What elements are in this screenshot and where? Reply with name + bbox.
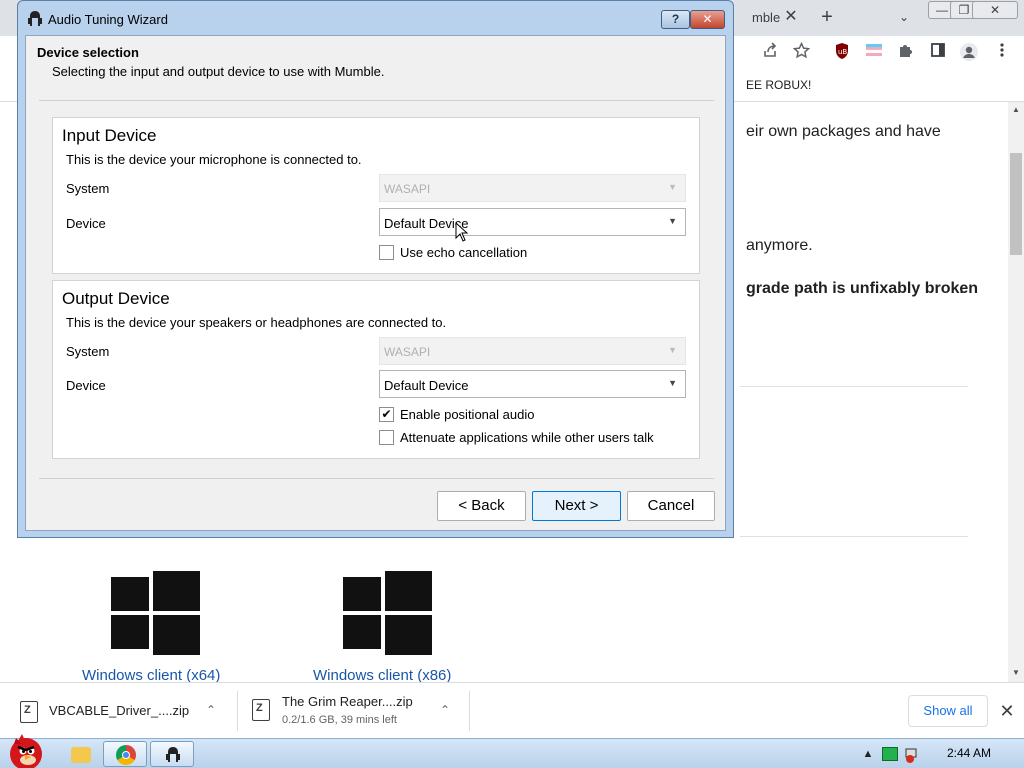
system-label: System: [66, 181, 110, 196]
taskbar-chrome[interactable]: [103, 741, 147, 767]
svg-text:uB: uB: [838, 48, 847, 56]
mumble-icon: [166, 747, 180, 762]
attenuate-checkbox[interactable]: [379, 430, 394, 445]
tray-expand-icon[interactable]: ▲: [860, 747, 876, 761]
share-icon[interactable]: [759, 42, 781, 64]
system-clock[interactable]: 2:44 AM: [936, 746, 1002, 760]
kebab-menu-icon[interactable]: [991, 42, 1013, 64]
attenuate-label[interactable]: Attenuate applications while other users…: [400, 430, 654, 445]
title-bar[interactable]: Audio Tuning Wizard ? ✕: [18, 1, 733, 35]
taskbar: ▲ 2:44 AM: [0, 738, 1024, 768]
new-tab-button[interactable]: +: [816, 5, 838, 29]
page-subtitle: Selecting the input and output device to…: [52, 64, 385, 79]
battery-icon[interactable]: [882, 747, 898, 761]
close-icon[interactable]: ✕: [996, 697, 1018, 725]
tab-search-icon[interactable]: ⌄: [893, 7, 915, 27]
show-all-button[interactable]: Show all: [908, 695, 988, 727]
start-button-angry-bird-icon[interactable]: [2, 730, 48, 768]
wizard-header: Device selection Selecting the input and…: [26, 36, 725, 100]
download-status: 0.2/1.6 GB, 39 mins left: [282, 714, 397, 726]
taskbar-explorer[interactable]: [58, 741, 102, 767]
input-system-select: WASAPI ▼: [379, 174, 686, 202]
system-label: System: [66, 344, 110, 359]
zip-file-icon: [252, 699, 270, 721]
chevron-down-icon[interactable]: ▼: [668, 378, 677, 388]
combo-value: WASAPI: [384, 182, 431, 196]
shelf-separator: [469, 691, 470, 731]
input-device-group: Input Device This is the device your mic…: [52, 117, 700, 274]
scroll-up-icon[interactable]: ▲: [1008, 103, 1024, 117]
combo-value: Default Device: [384, 378, 469, 393]
chevron-down-icon: ▼: [668, 345, 677, 355]
close-button[interactable]: ✕: [690, 10, 725, 29]
chevron-up-icon[interactable]: ⌃: [440, 703, 450, 717]
mute-badge-icon: [906, 755, 914, 763]
back-button[interactable]: < Back: [437, 491, 526, 521]
page-text-line: anymore.: [746, 237, 813, 254]
echo-cancellation-checkbox[interactable]: [379, 245, 394, 260]
group-title: Output Device: [62, 289, 170, 308]
output-system-select: WASAPI ▼: [379, 337, 686, 365]
zip-file-icon: [20, 701, 38, 723]
download-shelf: VBCABLE_Driver_....zip ⌃ The Grim Reaper…: [0, 682, 1024, 738]
page-text-bold: grade path is unfixably broken: [746, 280, 979, 297]
taskbar-mumble[interactable]: [150, 741, 194, 767]
download-name: VBCABLE_Driver_....zip: [49, 703, 190, 718]
output-device-group: Output Device This is the device your sp…: [52, 280, 700, 459]
windows-logo-icon[interactable]: [111, 569, 201, 657]
group-description: This is the device your microphone is co…: [66, 152, 362, 167]
browser-close-button[interactable]: ✕: [972, 1, 1018, 19]
ublock-icon[interactable]: uB: [831, 42, 853, 64]
page-text-line: eir own packages and have: [746, 123, 941, 140]
next-button[interactable]: Next >: [532, 491, 621, 521]
device-label: Device: [66, 378, 106, 393]
positional-audio-checkbox[interactable]: ✔: [379, 407, 394, 422]
device-label: Device: [66, 216, 106, 231]
chevron-down-icon[interactable]: ▼: [668, 216, 677, 226]
echo-cancellation-label[interactable]: Use echo cancellation: [400, 245, 527, 260]
mouse-cursor-icon: [455, 222, 469, 242]
group-description: This is the device your speakers or head…: [66, 315, 447, 330]
download-name: The Grim Reaper....zip: [282, 694, 413, 709]
input-device-select[interactable]: Default Device ▼: [379, 208, 686, 236]
profile-icon[interactable]: [958, 42, 980, 64]
chevron-up-icon[interactable]: ⌃: [206, 703, 216, 717]
side-panel-icon[interactable]: [927, 42, 949, 64]
window-title: Audio Tuning Wizard: [48, 12, 168, 27]
header-separator: [39, 100, 714, 101]
tab-close-icon[interactable]: ✕: [781, 6, 801, 28]
bookmark-item[interactable]: EE ROBUX!: [746, 78, 811, 92]
group-title: Input Device: [62, 126, 157, 145]
positional-audio-label[interactable]: Enable positional audio: [400, 407, 534, 422]
windows-logo-icon[interactable]: [343, 569, 433, 657]
wizard-page: Device selection Selecting the input and…: [25, 35, 726, 531]
flag-extension-icon[interactable]: [863, 42, 885, 64]
puzzle-icon[interactable]: [895, 42, 917, 64]
help-button[interactable]: ?: [661, 10, 690, 29]
folder-icon: [71, 747, 91, 763]
page-text-period: .: [959, 280, 964, 297]
download-item[interactable]: The Grim Reaper....zip 0.2/1.6 GB, 39 mi…: [238, 683, 468, 739]
page-title: Device selection: [37, 45, 139, 60]
page-divider: [740, 536, 968, 537]
scrollbar-thumb[interactable]: [1010, 153, 1022, 255]
combo-value: WASAPI: [384, 345, 431, 359]
audio-tuning-wizard-window: Audio Tuning Wizard ? ✕ Device selection…: [17, 0, 734, 538]
footer-separator: [39, 478, 714, 479]
chevron-down-icon: ▼: [668, 182, 677, 192]
tab-title[interactable]: mble: [752, 10, 780, 25]
cancel-button[interactable]: Cancel: [627, 491, 715, 521]
scroll-down-icon[interactable]: ▼: [1008, 666, 1024, 680]
star-icon[interactable]: [790, 41, 812, 64]
output-device-select[interactable]: Default Device ▼: [379, 370, 686, 398]
mumble-icon: [28, 11, 42, 26]
page-divider: [740, 386, 968, 387]
